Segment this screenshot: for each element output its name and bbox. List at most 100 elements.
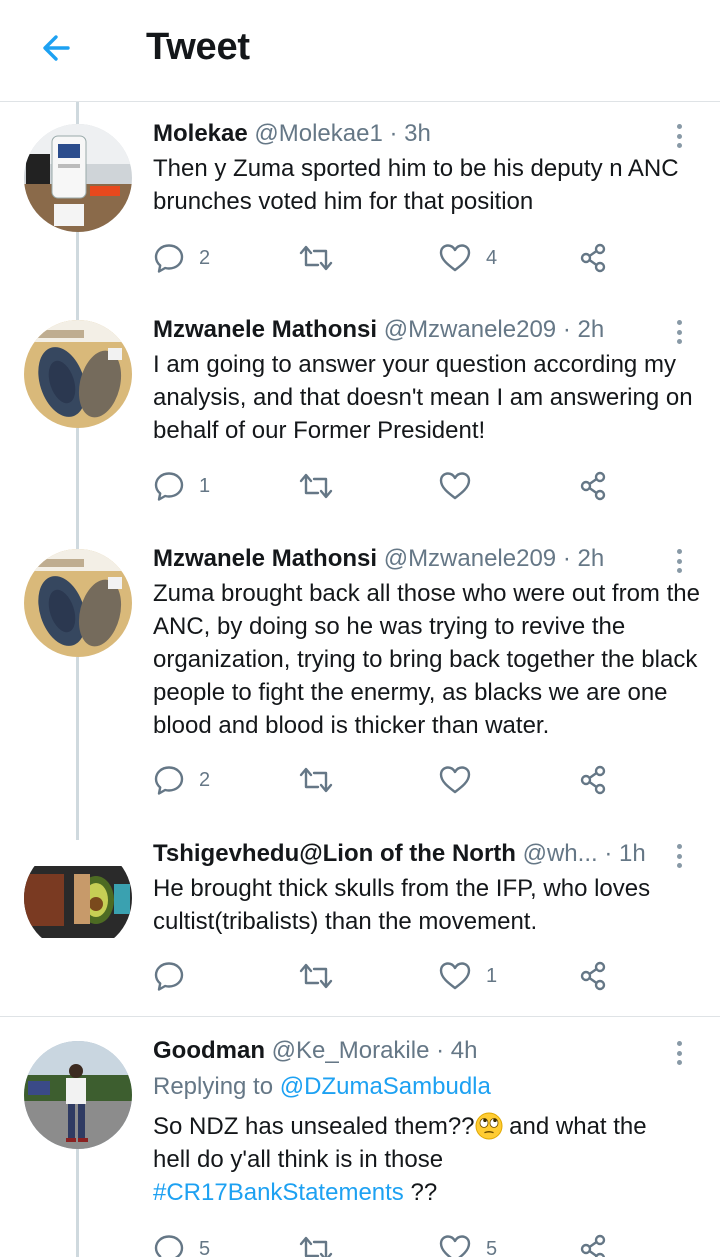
reply-button[interactable]: 1	[153, 466, 210, 506]
reply-button[interactable]: 2	[153, 238, 210, 278]
reply-count: 5	[199, 1237, 211, 1257]
more-options-button[interactable]	[668, 1038, 690, 1068]
reply-count: 2	[199, 246, 211, 269]
share-icon	[580, 243, 606, 273]
like-count: 4	[486, 246, 498, 269]
more-options-button[interactable]	[668, 317, 690, 347]
arrow-left-icon	[43, 35, 70, 61]
like-button[interactable]: 5	[438, 1229, 497, 1257]
reply-button[interactable]: 5	[153, 1229, 210, 1257]
handle[interactable]: @wh...	[523, 840, 598, 867]
like-button[interactable]	[438, 466, 486, 506]
reply-count: 1	[199, 474, 211, 497]
timestamp: · 3h	[389, 120, 431, 147]
share-button[interactable]	[578, 466, 610, 506]
speech-bubble-icon	[154, 962, 184, 991]
timestamp: · 2h	[562, 316, 605, 343]
page-title: Tweet	[146, 26, 250, 68]
timestamp: · 4h	[436, 1037, 478, 1064]
display-name[interactable]: Goodman	[153, 1037, 265, 1064]
heart-icon	[439, 766, 471, 794]
retweet-icon	[299, 245, 333, 271]
tweet-text: I am going to answer your question accor…	[153, 351, 693, 444]
tweet-text-part: ??	[403, 1179, 438, 1206]
avatar[interactable]	[24, 844, 132, 952]
reply-button[interactable]	[153, 956, 199, 996]
section-divider	[0, 1016, 720, 1017]
retweet-button[interactable]	[298, 760, 334, 800]
tweet-text: Zuma brought back all those who were out…	[153, 580, 700, 739]
tweet-text: So NDZ has unsealed them?? and what the …	[153, 1110, 690, 1209]
tweet-header: Mzwanele Mathonsi @Mzwanele209 · 2h	[153, 542, 664, 576]
share-button[interactable]	[578, 238, 610, 278]
tweet-header: Molekae @Molekae1 · 3h	[153, 117, 664, 151]
hashtag-link[interactable]: #CR17BankStatements	[153, 1179, 404, 1206]
share-icon	[580, 471, 606, 501]
speech-bubble-icon	[154, 244, 184, 273]
tweet-header: Mzwanele Mathonsi @Mzwanele209 · 2h	[153, 313, 664, 347]
retweet-icon	[299, 1236, 333, 1257]
share-button[interactable]	[578, 760, 610, 800]
tweet-text: He brought thick skulls from the IFP, wh…	[153, 875, 651, 935]
retweet-icon	[299, 473, 333, 499]
retweet-button[interactable]	[298, 956, 334, 996]
display-name[interactable]: Molekae	[153, 120, 248, 147]
avatar[interactable]	[24, 320, 132, 428]
avatar[interactable]	[24, 124, 132, 232]
handle[interactable]: @Molekae1	[254, 120, 382, 147]
retweet-button[interactable]	[298, 238, 334, 278]
back-button[interactable]	[34, 26, 78, 70]
like-count: 5	[486, 1237, 498, 1257]
retweet-icon	[299, 963, 333, 989]
like-button[interactable]	[438, 760, 486, 800]
tweet-actions: 2 4	[153, 238, 623, 278]
share-button[interactable]	[578, 1229, 610, 1257]
tweet[interactable]: Goodman @Ke_Morakile · 4h Replying to @D…	[0, 1034, 720, 1257]
heart-icon	[439, 244, 471, 272]
retweet-button[interactable]	[298, 1229, 334, 1257]
tweet-actions: 2	[153, 760, 623, 800]
top-app-bar: Tweet	[0, 0, 720, 102]
tweet-header: Tshigevhedu@Lion of the North @wh... · 1…	[153, 837, 664, 871]
display-name[interactable]: Mzwanele Mathonsi	[153, 316, 377, 343]
tweet-actions: 1	[153, 956, 623, 996]
reply-button[interactable]: 2	[153, 760, 210, 800]
face-with-rolling-eyes-emoji	[475, 1112, 503, 1140]
more-options-button[interactable]	[668, 546, 690, 576]
tweet[interactable]: Tshigevhedu@Lion of the North @wh... · 1…	[0, 837, 720, 1015]
handle[interactable]: @Mzwanele209	[384, 316, 556, 343]
reply-count: 2	[199, 768, 211, 791]
tweet-text: Then y Zuma sported him to be his deputy…	[153, 155, 679, 215]
speech-bubble-icon	[154, 472, 184, 501]
heart-icon	[439, 1235, 471, 1257]
share-button[interactable]	[578, 956, 610, 996]
like-button[interactable]: 1	[438, 956, 497, 996]
like-button[interactable]: 4	[438, 238, 497, 278]
more-options-button[interactable]	[668, 121, 690, 151]
tweet-header: Goodman @Ke_Morakile · 4h	[153, 1034, 664, 1068]
tweet[interactable]: Molekae @Molekae1 · 3h Then y Zuma sport…	[0, 117, 720, 307]
retweet-icon	[299, 767, 333, 793]
avatar[interactable]	[24, 1041, 132, 1149]
heart-icon	[439, 472, 471, 500]
tweet[interactable]: Mzwanele Mathonsi @Mzwanele209 · 2h I am…	[0, 313, 720, 533]
share-icon	[580, 1234, 606, 1257]
timestamp: · 1h	[604, 840, 646, 867]
avatar[interactable]	[24, 549, 132, 657]
share-icon	[580, 961, 606, 991]
replying-to-handle-link[interactable]: @DZumaSambudla	[280, 1073, 491, 1100]
replying-to: Replying to @DZumaSambudla	[153, 1070, 491, 1103]
handle[interactable]: @Mzwanele209	[384, 545, 556, 572]
retweet-button[interactable]	[298, 466, 334, 506]
replying-to-label: Replying to	[153, 1073, 274, 1100]
more-options-button[interactable]	[668, 841, 690, 871]
tweet-text-part: So NDZ has unsealed them??	[153, 1113, 475, 1140]
display-name[interactable]: Mzwanele Mathonsi	[153, 545, 377, 572]
display-name[interactable]: Tshigevhedu@Lion of the North	[153, 840, 516, 867]
share-icon	[580, 765, 606, 795]
handle[interactable]: @Ke_Morakile	[272, 1037, 430, 1064]
like-count: 1	[486, 964, 498, 987]
tweet[interactable]: Mzwanele Mathonsi @Mzwanele209 · 2h Zuma…	[0, 542, 720, 822]
tweet-actions: 5 5	[153, 1229, 623, 1257]
speech-bubble-icon	[154, 766, 184, 795]
